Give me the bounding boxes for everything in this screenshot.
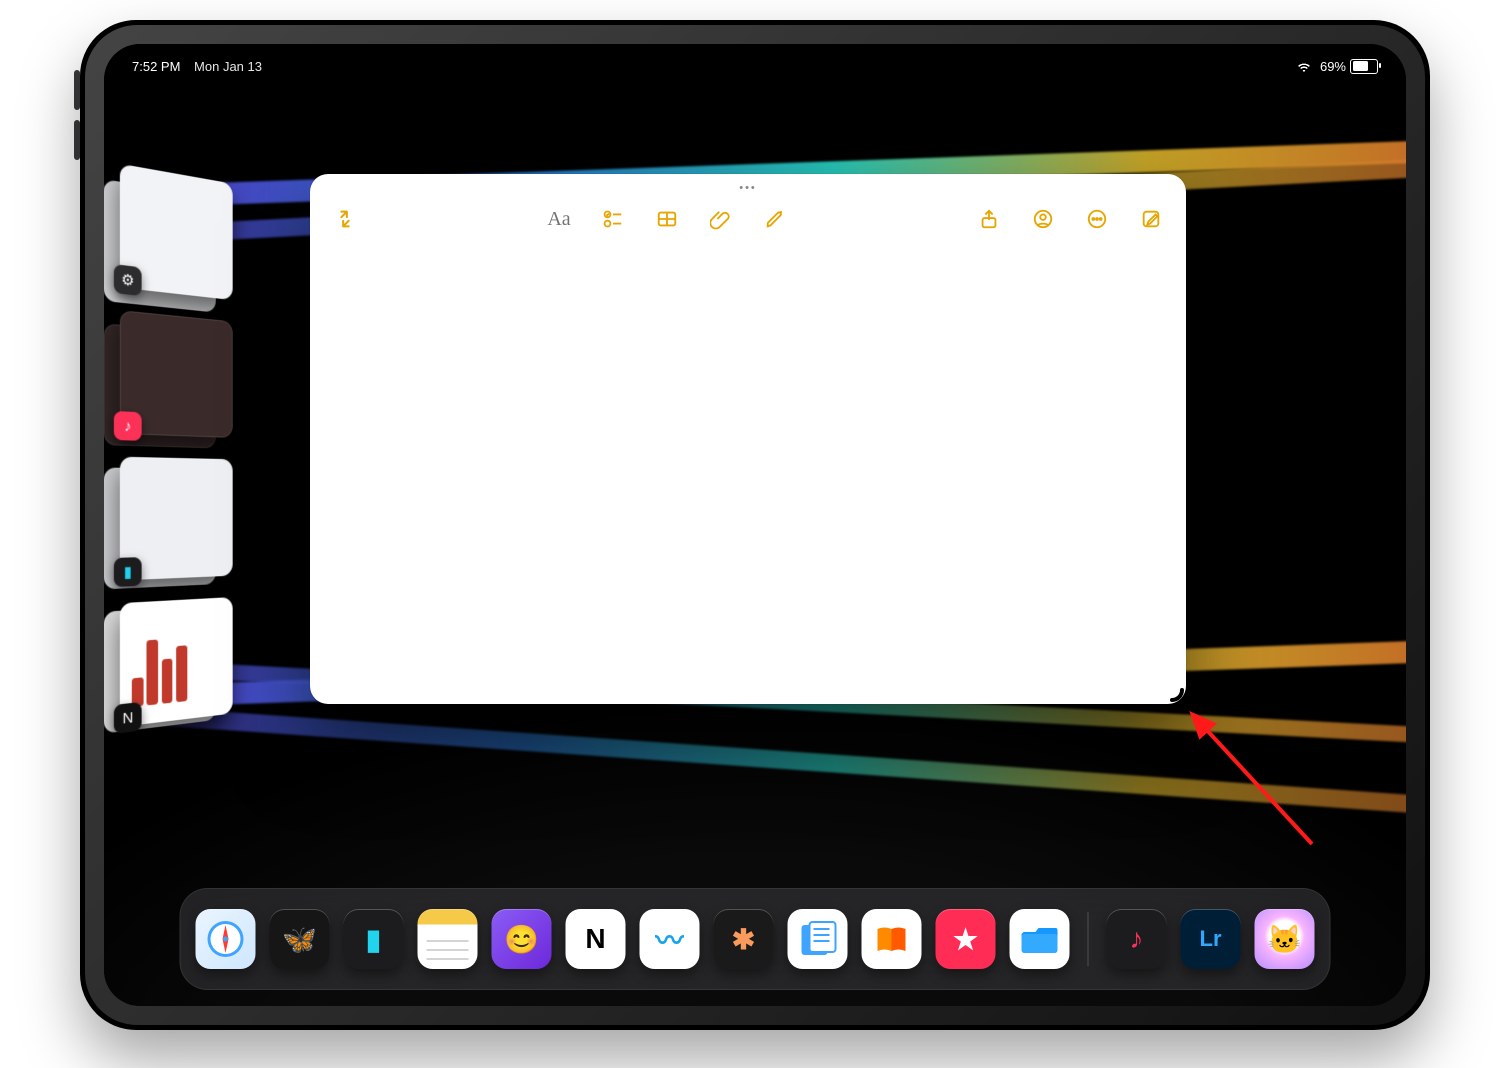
stage-pile-settings-pile[interactable]: ⚙︎ (120, 164, 233, 300)
checklist-icon (602, 208, 624, 230)
dock-divider (1088, 912, 1089, 966)
status-bar: 7:52 PM Mon Jan 13 69% (132, 54, 1378, 78)
battery-indicator: 69% (1320, 59, 1378, 74)
dock-app-freeform[interactable]: 〰︎ (640, 909, 700, 969)
wifi-icon (1296, 60, 1312, 72)
ipad-screen: 7:52 PM Mon Jan 13 69% ⚙︎♪▮N ••• (104, 44, 1406, 1006)
collaborate-icon (1032, 208, 1054, 230)
stage-pile-badge: ▮ (114, 557, 142, 587)
dock-app-star-app[interactable]: ★ (936, 909, 996, 969)
table-icon (656, 208, 678, 230)
dock-app-notion[interactable]: N (566, 909, 626, 969)
dock-app-lightroom[interactable]: Lr (1181, 909, 1241, 969)
status-time: 7:52 PM (132, 59, 180, 74)
ipad-device-frame: 7:52 PM Mon Jan 13 69% ⚙︎♪▮N ••• (80, 20, 1430, 1030)
status-date: Mon Jan 13 (194, 59, 262, 74)
collapse-icon (334, 208, 356, 230)
dock-app-notes[interactable] (418, 909, 478, 969)
stage-pile-badge: ♪ (114, 411, 142, 441)
paperclip-icon (710, 208, 732, 230)
checklist-button[interactable] (600, 206, 626, 232)
stage-pile-blank-pile[interactable]: ▮ (120, 457, 233, 581)
stage-manager-strip: ⚙︎♪▮N (118, 174, 258, 826)
stage-pile-badge: N (114, 702, 142, 734)
format-button[interactable]: Aa (546, 206, 572, 232)
stage-pile-music-pile[interactable]: ♪ (120, 310, 233, 438)
notes-window[interactable]: ••• Aa (310, 174, 1186, 704)
more-icon (1086, 208, 1108, 230)
dock-app-playground[interactable]: 🐱 (1255, 909, 1315, 969)
dock-app-news[interactable] (788, 909, 848, 969)
more-button[interactable] (1084, 206, 1110, 232)
dock-app-books[interactable] (862, 909, 922, 969)
resize-handle-icon (1168, 686, 1192, 710)
dock-app-bear[interactable]: 🦋 (270, 909, 330, 969)
collaborate-button[interactable] (1030, 206, 1056, 232)
notes-toolbar: Aa (310, 200, 1186, 238)
dock-app-claude[interactable]: ✱ (714, 909, 774, 969)
battery-percent: 69% (1320, 59, 1346, 74)
dock-app-cursor[interactable]: ▮ (344, 909, 404, 969)
compose-icon (1140, 208, 1162, 230)
share-button[interactable] (976, 206, 1002, 232)
multitask-dots-icon[interactable]: ••• (739, 182, 757, 194)
dock-app-safari[interactable] (196, 909, 256, 969)
markup-icon (764, 208, 786, 230)
markup-button[interactable] (762, 206, 788, 232)
dock-app-files[interactable] (1010, 909, 1070, 969)
compose-button[interactable] (1138, 206, 1164, 232)
stage-pile-notion-pile[interactable]: N (120, 597, 233, 727)
share-icon (978, 208, 1000, 230)
stage-pile-badge: ⚙︎ (114, 264, 142, 296)
dock-app-music[interactable]: ♪ (1107, 909, 1167, 969)
format-icon: Aa (547, 208, 570, 231)
attach-button[interactable] (708, 206, 734, 232)
table-button[interactable] (654, 206, 680, 232)
dock: 🦋▮ 😊N〰︎✱ ★ ♪Lr🐱 (180, 888, 1331, 990)
dock-app-mind[interactable]: 😊 (492, 909, 552, 969)
window-resize-handle[interactable] (1168, 686, 1192, 710)
collapse-sidebar-button[interactable] (332, 206, 358, 232)
